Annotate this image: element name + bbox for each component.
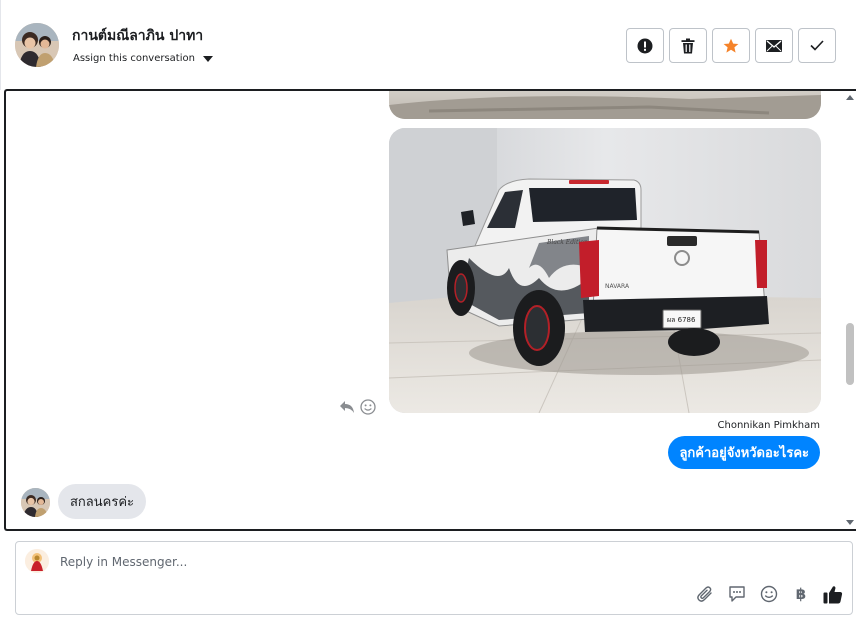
thumbs-up-icon <box>823 585 843 603</box>
payment-button[interactable]: ฿ <box>791 584 811 604</box>
scrollbar-thumb[interactable] <box>846 323 854 385</box>
emoji-icon <box>760 585 778 603</box>
check-icon <box>810 40 824 51</box>
delete-button[interactable] <box>669 28 707 63</box>
reply-composer: ฿ <box>15 541 853 615</box>
contact-avatar-small[interactable] <box>21 488 50 517</box>
star-button[interactable] <box>712 28 750 63</box>
conversation-header: กานต์มณีลาภิน ปาทา Assign this conversat… <box>0 0 856 90</box>
license-plate: ผล 6786 <box>667 316 696 324</box>
header-actions <box>626 28 836 63</box>
sender-name: Chonnikan Pimkham <box>717 420 820 431</box>
reply-arrow-icon[interactable] <box>339 400 355 414</box>
reply-input[interactable] <box>60 555 660 569</box>
caret-down-icon <box>202 55 213 62</box>
page-avatar <box>25 549 49 573</box>
outgoing-message-bubble[interactable]: ลูกค้าอยู่จังหวัดอะไรคะ <box>668 436 820 469</box>
incoming-message-bubble[interactable]: สกลนครค่ะ <box>58 484 147 519</box>
baht-icon: ฿ <box>795 585 807 603</box>
mark-unread-button[interactable] <box>755 28 793 63</box>
assign-label: Assign this conversation <box>73 53 195 64</box>
contact-avatar[interactable] <box>15 23 59 67</box>
composer-tools: ฿ <box>695 584 843 604</box>
previous-photo-attachment[interactable] <box>389 91 821 119</box>
mark-spam-button[interactable] <box>626 28 664 63</box>
saved-replies-button[interactable] <box>727 584 747 604</box>
divider <box>0 0 1 90</box>
car-brand-text: NAVARA <box>605 283 630 290</box>
scrollbar[interactable] <box>844 91 856 529</box>
scroll-down-arrow-icon[interactable] <box>846 520 854 525</box>
saved-reply-icon <box>729 586 745 602</box>
paperclip-icon <box>697 586 712 602</box>
scroll-up-arrow-icon[interactable] <box>846 95 854 100</box>
message-actions <box>339 399 376 415</box>
react-emoji-icon[interactable] <box>360 399 376 415</box>
attach-file-button[interactable] <box>695 584 715 604</box>
emoji-button[interactable] <box>759 584 779 604</box>
envelope-icon <box>766 39 782 52</box>
contact-name[interactable]: กานต์มณีลาภิน ปาทา <box>72 25 203 47</box>
star-icon <box>723 38 739 53</box>
alert-icon <box>637 38 653 53</box>
car-photo-attachment[interactable]: NAVARA Black Edition ผล 6786 <box>389 128 821 413</box>
assign-conversation-dropdown[interactable]: Assign this conversation <box>73 53 213 64</box>
trash-icon <box>681 38 695 53</box>
mark-done-button[interactable] <box>798 28 836 63</box>
message-thread[interactable]: NAVARA Black Edition ผล 6786 Chonnikan P… <box>4 89 856 531</box>
like-button[interactable] <box>823 584 843 604</box>
